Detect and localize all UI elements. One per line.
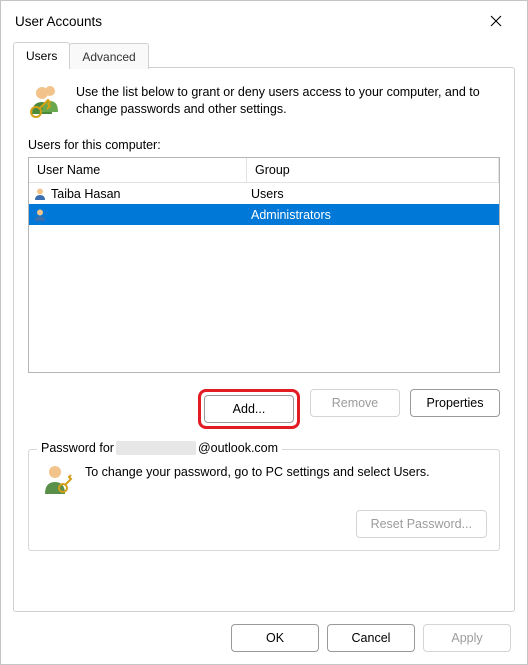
- close-button[interactable]: [473, 5, 519, 37]
- password-fieldset: Password for @outlook.com To change your…: [28, 449, 500, 551]
- dialog-footer: OK Cancel Apply: [1, 612, 527, 664]
- tab-row: Users Advanced: [1, 41, 527, 67]
- reset-password-button: Reset Password...: [356, 510, 487, 538]
- user-accounts-dialog: User Accounts Users Advanced Use the lis…: [0, 0, 528, 665]
- list-label: Users for this computer:: [28, 138, 500, 152]
- titlebar: User Accounts: [1, 1, 527, 41]
- properties-button[interactable]: Properties: [410, 389, 500, 417]
- password-legend-suffix: @outlook.com: [198, 441, 278, 455]
- list-button-row: Add... Remove Properties: [28, 389, 500, 429]
- user-group-cell: Users: [247, 186, 499, 202]
- password-legend: Password for @outlook.com: [37, 441, 282, 455]
- tab-users[interactable]: Users: [13, 42, 70, 68]
- add-button[interactable]: Add...: [204, 395, 294, 423]
- password-user-redacted: [116, 441, 196, 455]
- user-list[interactable]: User Name Group Taiba Hasan Users Admini…: [28, 157, 500, 373]
- apply-button: Apply: [423, 624, 511, 652]
- ok-button[interactable]: OK: [231, 624, 319, 652]
- password-legend-prefix: Password for: [41, 441, 114, 455]
- user-icon: [33, 208, 47, 222]
- add-highlight: Add...: [198, 389, 300, 429]
- intro-row: Use the list below to grant or deny user…: [28, 84, 500, 120]
- window-title: User Accounts: [9, 14, 473, 29]
- tab-panel: Use the list below to grant or deny user…: [13, 67, 515, 612]
- col-group[interactable]: Group: [247, 158, 499, 182]
- user-key-icon: [41, 464, 73, 496]
- user-icon: [33, 187, 47, 201]
- table-row[interactable]: Taiba Hasan Users: [29, 183, 499, 204]
- close-icon: [490, 15, 502, 27]
- remove-button: Remove: [310, 389, 400, 417]
- table-row[interactable]: Administrators: [29, 204, 499, 225]
- users-keys-icon: [28, 84, 64, 120]
- password-text: To change your password, go to PC settin…: [85, 464, 487, 481]
- cancel-button[interactable]: Cancel: [327, 624, 415, 652]
- tab-advanced[interactable]: Advanced: [69, 43, 148, 69]
- list-header: User Name Group: [29, 158, 499, 183]
- user-name-cell: Taiba Hasan: [51, 187, 121, 201]
- user-group-cell: Administrators: [247, 207, 499, 223]
- col-username[interactable]: User Name: [29, 158, 247, 182]
- intro-text: Use the list below to grant or deny user…: [76, 84, 500, 120]
